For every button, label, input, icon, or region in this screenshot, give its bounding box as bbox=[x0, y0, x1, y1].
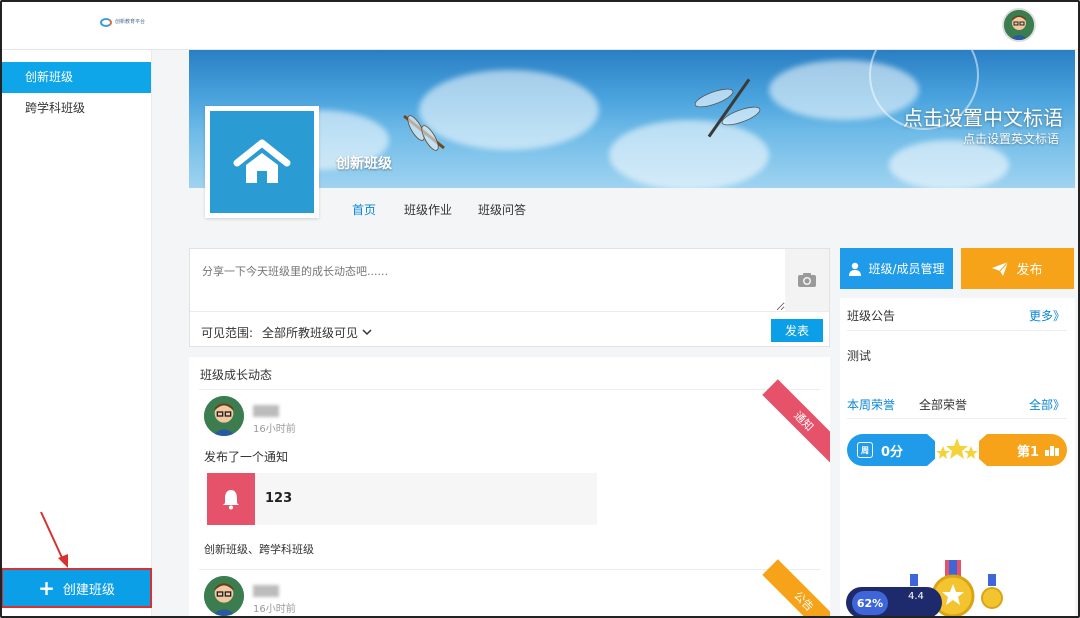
score-value: 0分 bbox=[881, 444, 904, 460]
info-panel: 班级公告 更多》 测试 本周荣誉 全部荣誉 全部》 周 0分 第1 bbox=[840, 298, 1075, 618]
site-logo[interactable]: 创新教育平台 bbox=[100, 18, 153, 27]
feed-author-name-blurred bbox=[253, 585, 279, 597]
chevron-down-icon bbox=[362, 329, 372, 336]
dragonfly-icon bbox=[694, 78, 761, 138]
feed-action-text: 发布了一个通知 bbox=[204, 450, 289, 464]
visibility-label: 可见范围: bbox=[201, 326, 254, 340]
bell-icon-box bbox=[207, 473, 255, 525]
camera-button[interactable] bbox=[785, 249, 829, 311]
user-avatar[interactable] bbox=[1002, 8, 1036, 42]
class-logo-background bbox=[210, 111, 314, 213]
calendar-icon: 周 bbox=[857, 442, 873, 458]
class-feed: 班级成长动态 通知 16小时前 发布了一个通知 123 创新班级、跨学科班级 公… bbox=[189, 357, 830, 618]
divider bbox=[847, 418, 1067, 419]
sidebar-item-interdisciplinary-class[interactable]: 跨学科班级 bbox=[0, 93, 151, 124]
feed-item: 通知 16小时前 发布了一个通知 123 创新班级、跨学科班级 bbox=[189, 379, 830, 570]
plus-icon: + bbox=[38, 576, 55, 600]
rank-value: 第1 bbox=[1016, 444, 1039, 460]
feed-author-avatar[interactable] bbox=[204, 576, 244, 616]
tab-all-honors[interactable]: 全部荣誉 bbox=[919, 396, 967, 413]
sidebar: 创新班级 跨学科班级 bbox=[0, 50, 152, 618]
dragonfly-icon bbox=[403, 114, 445, 151]
feed-class-list: 创新班级、跨学科班级 bbox=[204, 543, 314, 556]
logo-text: 创新教育平台 bbox=[115, 19, 146, 25]
notice-ribbon: 通知 bbox=[762, 379, 830, 463]
create-class-button[interactable]: + 创建班级 bbox=[1, 568, 152, 608]
post-composer: 可见范围: 全部所教班级可见 发表 bbox=[189, 248, 830, 347]
honors-more-link[interactable]: 全部》 bbox=[1029, 396, 1065, 413]
banner-class-name: 创新班级 bbox=[336, 156, 392, 172]
network-speed-widget[interactable]: 62% 4.4 bbox=[846, 587, 942, 618]
feed-title: 班级成长动态 bbox=[200, 368, 273, 382]
home-icon bbox=[233, 139, 291, 183]
tab-weekly-honors[interactable]: 本周荣誉 bbox=[847, 396, 895, 413]
annotation-arrow-icon bbox=[40, 511, 68, 568]
camera-icon bbox=[798, 273, 816, 287]
stars-icon bbox=[927, 434, 987, 466]
submit-post-button[interactable]: 发表 bbox=[771, 319, 823, 342]
weekly-score-bar: 周 0分 第1 bbox=[847, 434, 1067, 466]
notice-heading: 班级公告 bbox=[847, 309, 896, 323]
top-bar: 创新教育平台 bbox=[0, 0, 1080, 50]
bell-icon bbox=[223, 490, 239, 510]
paper-plane-icon bbox=[992, 261, 1009, 276]
notice-text: 测试 bbox=[847, 349, 872, 363]
publish-button-label: 发布 bbox=[1016, 263, 1043, 278]
class-member-management-button[interactable]: 班级/成员管理 bbox=[840, 248, 953, 289]
speed-percent: 62% bbox=[852, 591, 888, 615]
stars-decoration bbox=[927, 434, 987, 466]
notice-card[interactable]: 123 bbox=[207, 473, 597, 525]
visibility-value: 全部所教班级可见 bbox=[262, 326, 359, 340]
weekly-rank: 第1 bbox=[979, 434, 1067, 466]
user-icon bbox=[849, 262, 862, 276]
feed-time: 16小时前 bbox=[253, 424, 296, 435]
post-input[interactable] bbox=[190, 249, 786, 311]
tab-class-qa[interactable]: 班级问答 bbox=[478, 201, 526, 218]
feed-author-name-blurred bbox=[253, 405, 279, 417]
notice-more-link[interactable]: 更多》 bbox=[1029, 307, 1065, 324]
feed-author-avatar[interactable] bbox=[204, 396, 244, 436]
avatar-face-icon bbox=[204, 396, 244, 436]
avatar-face-icon bbox=[204, 576, 244, 616]
visibility-select[interactable]: 全部所教班级可见 bbox=[262, 324, 372, 341]
publish-button[interactable]: 发布 bbox=[961, 248, 1074, 289]
manage-button-label: 班级/成员管理 bbox=[868, 262, 945, 276]
banner-cloud bbox=[889, 140, 1009, 188]
avatar-face-icon bbox=[1004, 10, 1034, 40]
feed-item: 公告 16小时前 bbox=[189, 559, 830, 618]
banner-slogan-chinese[interactable]: 点击设置中文标语 bbox=[903, 102, 1063, 131]
notice-card-value: 123 bbox=[265, 491, 293, 506]
divider bbox=[847, 330, 1067, 331]
banner-slogan-english[interactable]: 点击设置英文标语 bbox=[963, 130, 1059, 147]
create-class-label: 创建班级 bbox=[62, 582, 115, 598]
sidebar-item-innovation-class[interactable]: 创新班级 bbox=[0, 62, 151, 93]
composer-footer: 可见范围: 全部所教班级可见 发表 bbox=[190, 311, 829, 347]
tab-home[interactable]: 首页 bbox=[352, 201, 376, 218]
upload-speed: 4.4 bbox=[908, 591, 924, 602]
weekly-score: 周 0分 bbox=[847, 434, 935, 466]
class-banner[interactable]: 点击设置中文标语 点击设置英文标语 bbox=[189, 50, 1075, 188]
podium-icon bbox=[1045, 446, 1059, 456]
feed-time: 16小时前 bbox=[253, 604, 296, 615]
class-tabs: 首页 班级作业 班级问答 bbox=[189, 188, 1075, 230]
logo-mark-icon bbox=[100, 18, 112, 27]
tab-class-homework[interactable]: 班级作业 bbox=[404, 201, 452, 218]
class-logo[interactable] bbox=[205, 106, 319, 218]
